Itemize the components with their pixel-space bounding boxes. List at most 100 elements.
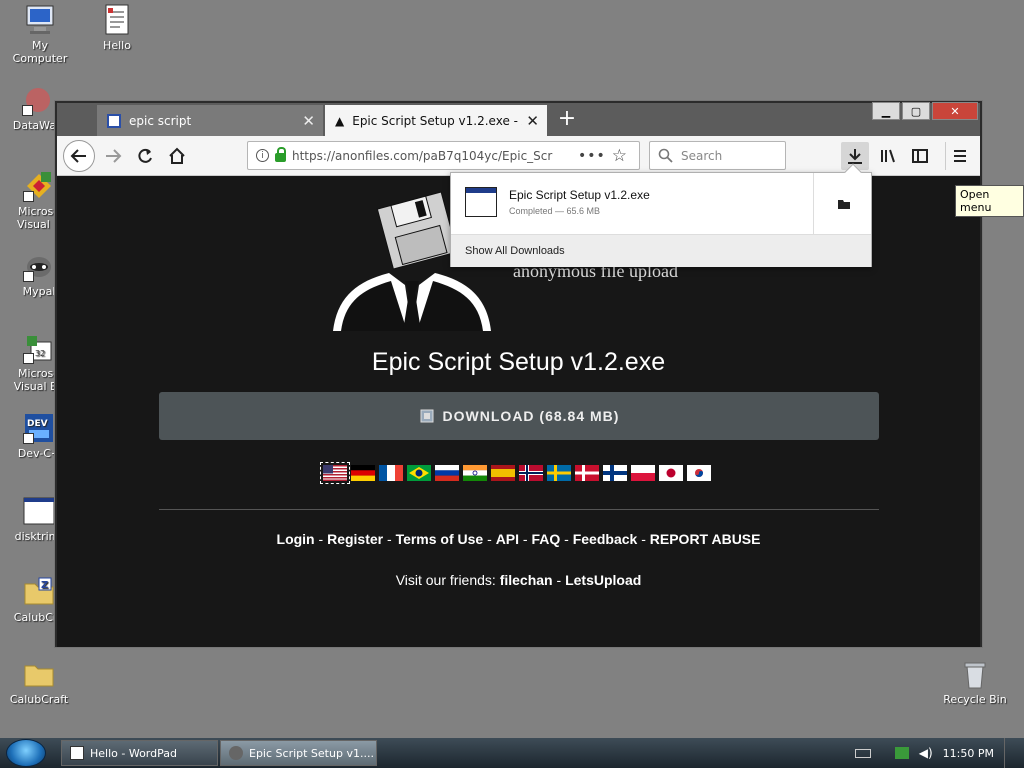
document-icon — [101, 4, 133, 36]
home-button[interactable] — [163, 142, 191, 170]
flag-de-icon[interactable] — [351, 465, 375, 481]
show-desktop-button[interactable] — [1004, 738, 1014, 768]
search-placeholder: Search — [681, 148, 723, 163]
file-title: Epic Script Setup v1.2.exe — [371, 348, 666, 376]
back-button[interactable] — [63, 140, 95, 172]
taskbar-button-wordpad[interactable]: Hello - WordPad — [61, 740, 218, 766]
tab-epic-script-setup[interactable]: ▲ Epic Script Setup v1.2.exe - Anon ✕ — [325, 105, 547, 136]
desktop-icon-label: Recycle Bin — [943, 693, 1007, 706]
search-input[interactable]: Search — [649, 141, 786, 170]
volume-icon[interactable]: ◀) — [919, 746, 933, 760]
taskbar: Hello - WordPad Epic Script Setup v1....… — [0, 738, 1024, 768]
api-link[interactable]: API — [496, 531, 519, 547]
close-tab-icon[interactable]: ✕ — [526, 112, 539, 130]
maximize-button[interactable]: ▢ — [902, 102, 930, 120]
separator: - — [637, 531, 650, 547]
flag-br-icon[interactable] — [407, 465, 431, 481]
computer-icon — [24, 4, 56, 36]
report-abuse-link[interactable]: REPORT ABUSE — [650, 531, 761, 547]
login-link[interactable]: Login — [277, 531, 315, 547]
download-button[interactable]: DOWNLOAD (68.84 MB) — [159, 392, 879, 440]
faq-link[interactable]: FAQ — [531, 531, 560, 547]
friends-line: Visit our friends: filechan - LetsUpload — [57, 572, 980, 588]
svg-text:DEV: DEV — [27, 419, 48, 429]
language-flags — [320, 462, 711, 484]
window-icon — [23, 495, 55, 527]
flag-fi-icon[interactable] — [603, 465, 627, 481]
terms-link[interactable]: Terms of Use — [396, 531, 484, 547]
sidebar-icon — [912, 149, 928, 163]
tab-epic-script[interactable]: epic script ✕ — [97, 105, 323, 136]
keyboard-icon[interactable] — [854, 748, 871, 758]
flag-us-icon[interactable] — [320, 462, 350, 484]
info-icon[interactable]: i — [256, 149, 269, 162]
svg-text:32: 32 — [35, 349, 45, 358]
desktop-icon-recycle-bin[interactable]: Recycle Bin — [939, 658, 1011, 706]
desktop-icon-hello[interactable]: Hello — [81, 4, 153, 52]
download-status: Completed — 65.6 MB — [509, 206, 601, 216]
network-icon[interactable] — [894, 747, 909, 759]
forward-arrow-icon — [106, 149, 122, 163]
start-button[interactable] — [6, 739, 46, 767]
flag-se-icon[interactable] — [547, 465, 571, 481]
flag-in-icon[interactable] — [463, 465, 487, 481]
page-icon — [107, 113, 121, 128]
datawag-icon — [22, 84, 54, 116]
flag-kr-icon[interactable] — [687, 465, 711, 481]
close-tab-icon[interactable]: ✕ — [302, 112, 315, 130]
bookmark-star-icon[interactable]: ☆ — [612, 146, 627, 166]
minimize-button[interactable]: ▁ — [872, 102, 900, 120]
reload-button[interactable] — [131, 142, 159, 170]
svg-text:Z: Z — [41, 580, 48, 591]
sidebar-button[interactable] — [906, 142, 934, 170]
clock[interactable]: 11:50 PM — [943, 747, 994, 760]
open-containing-folder-button[interactable] — [813, 173, 873, 235]
tab-strip: epic script ✕ ▲ Epic Script Setup v1.2.e… — [57, 102, 980, 136]
reload-icon — [138, 148, 152, 163]
open-menu-button[interactable] — [945, 142, 973, 170]
desktop-icon-my-computer[interactable]: My Computer — [4, 4, 76, 65]
library-button[interactable] — [874, 142, 902, 170]
system-tray: ◀) 11:50 PM — [854, 738, 1024, 768]
separator: - — [552, 572, 566, 588]
new-tab-button[interactable]: + — [554, 106, 580, 131]
flag-jp-icon[interactable] — [659, 465, 683, 481]
feedback-link[interactable]: Feedback — [573, 531, 638, 547]
hamburger-menu-icon — [953, 150, 966, 162]
taskbar-button-browser[interactable]: Epic Script Setup v1.... — [220, 740, 377, 766]
executable-file-icon — [465, 187, 497, 217]
back-arrow-icon — [70, 149, 86, 163]
tooltip: Open menu — [955, 185, 1024, 217]
taskbar-button-label: Epic Script Setup v1.... — [249, 746, 374, 760]
filechan-link[interactable]: filechan — [500, 572, 553, 588]
flag-ru-icon[interactable] — [435, 465, 459, 481]
url-bar[interactable]: i https://anonfiles.com/paB7q104yc/Epic_… — [247, 141, 640, 170]
separator: - — [314, 531, 328, 547]
divider — [159, 509, 879, 510]
mypal-icon — [23, 250, 55, 282]
friends-prefix: Visit our friends: — [395, 572, 500, 588]
separator: - — [560, 531, 573, 547]
folder-icon — [837, 200, 850, 209]
register-link[interactable]: Register — [327, 531, 383, 547]
desktop-icon-calubcraft[interactable]: CalubCraft — [3, 658, 75, 706]
close-window-button[interactable]: ✕ — [932, 102, 978, 120]
flag-es-icon[interactable] — [491, 465, 515, 481]
downloads-panel: Epic Script Setup v1.2.exe Completed — 6… — [450, 163, 872, 267]
download-filename: Epic Script Setup v1.2.exe — [509, 188, 650, 202]
show-all-downloads-button[interactable]: Show All Downloads — [451, 235, 871, 267]
page-actions-icon[interactable]: ••• — [578, 148, 606, 164]
separator: - — [383, 531, 396, 547]
desktop-icon-label: Hello — [103, 39, 131, 52]
flag-pl-icon[interactable] — [631, 465, 655, 481]
desktop-icon-label: Dev-C+ — [17, 447, 61, 460]
download-item[interactable]: Epic Script Setup v1.2.exe Completed — 6… — [451, 173, 871, 235]
letsupload-link[interactable]: LetsUpload — [565, 572, 641, 588]
separator: - — [519, 531, 532, 547]
recycle-bin-icon — [959, 658, 991, 690]
download-icon — [848, 149, 862, 164]
flag-dk-icon[interactable] — [575, 465, 599, 481]
flag-no-icon[interactable] — [519, 465, 543, 481]
forward-button[interactable] — [99, 142, 127, 170]
flag-fr-icon[interactable] — [379, 465, 403, 481]
